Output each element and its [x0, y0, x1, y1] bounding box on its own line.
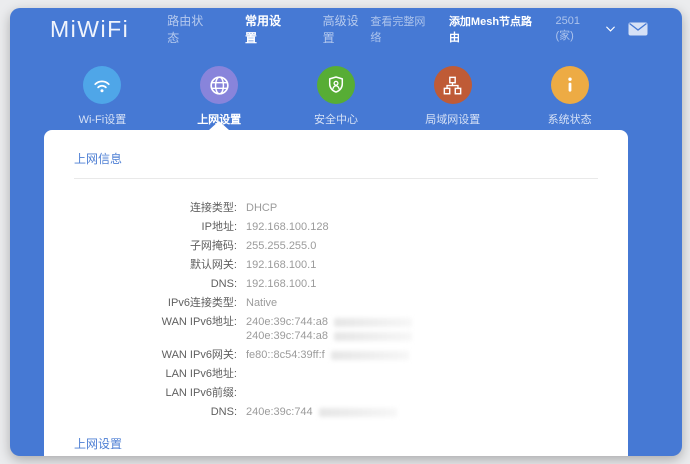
internet-info-title: 上网信息	[74, 130, 598, 167]
info-row-value: 240e:39c:744:a8	[246, 329, 412, 343]
info-row-values: 240e:39c:744	[246, 405, 397, 419]
screen: MiWiFi 路由状态 常用设置 高级设置 查看完整网络 添加Mesh节点路由 …	[0, 0, 690, 464]
nav-common-settings[interactable]: 常用设置	[245, 12, 293, 46]
globe-icon	[200, 66, 238, 104]
icon-nav-security-center[interactable]: 安全中心	[278, 66, 395, 127]
info-row-label: WAN IPv6网关:	[74, 348, 237, 362]
info-row-values: 192.168.100.1	[246, 258, 316, 272]
info-row-label: IPv6连接类型:	[74, 296, 237, 310]
info-row-value: fe80::8c54:39ff:f	[246, 348, 409, 362]
active-tab-pointer	[209, 121, 229, 130]
icon-nav-system-status[interactable]: 系统状态	[511, 66, 628, 127]
icon-nav-label: 安全中心	[278, 111, 395, 127]
wifi-icon	[83, 66, 121, 104]
info-row-label: 默认网关:	[74, 258, 237, 272]
info-row: 子网掩码: 255.255.255.0	[74, 239, 598, 253]
chevron-down-icon	[606, 26, 615, 32]
icon-nav-internet-settings[interactable]: 上网设置	[161, 66, 278, 127]
icon-nav-label: 局域网设置	[394, 111, 511, 127]
nav-router-status[interactable]: 路由状态	[167, 12, 215, 46]
info-row-value: Native	[246, 296, 277, 310]
info-row-value: DHCP	[246, 201, 277, 215]
info-row-label: DNS:	[74, 405, 237, 419]
info-row-values: fe80::8c54:39ff:f	[246, 348, 409, 362]
icon-nav-lan-settings[interactable]: 局域网设置	[394, 66, 511, 127]
info-row-value: 240e:39c:744:a8	[246, 315, 412, 329]
info-row: DNS: 192.168.100.1	[74, 277, 598, 291]
info-row-label: 子网掩码:	[74, 239, 237, 253]
redacted-blur	[334, 318, 412, 327]
info-row-label: LAN IPv6前缀:	[74, 386, 237, 400]
internet-settings-section: 上网设置	[74, 435, 598, 456]
info-row-label: IP地址:	[74, 220, 237, 234]
icon-nav: Wi-Fi设置 上网设置	[44, 66, 628, 127]
info-row-values: 240e:39c:744:a8240e:39c:744:a8	[246, 315, 412, 343]
icon-nav-label: Wi-Fi设置	[44, 111, 161, 127]
device-selector[interactable]: 2501 (家)	[556, 15, 616, 43]
info-row: 连接类型: DHCP	[74, 201, 598, 215]
add-mesh-node-link[interactable]: 添加Mesh节点路由	[449, 13, 543, 45]
shield-icon	[317, 66, 355, 104]
lan-icon	[434, 66, 472, 104]
top-nav: 路由状态 常用设置 高级设置	[167, 12, 370, 46]
miwifi-logo: MiWiFi	[50, 16, 129, 43]
info-row-label: DNS:	[74, 277, 237, 291]
redacted-blur	[319, 408, 397, 417]
info-row-values: Native	[246, 296, 277, 310]
redacted-blur	[334, 332, 412, 341]
info-rows: 连接类型: DHCP IP地址: 192.168.100.128 子网掩码: 255.25…	[74, 201, 598, 419]
info-row-value: 255.255.255.0	[246, 239, 316, 253]
internet-settings-title: 上网设置	[74, 435, 598, 452]
info-row: DNS: 240e:39c:744	[74, 405, 598, 419]
info-row-values: 255.255.255.0	[246, 239, 316, 253]
info-row-label: WAN IPv6地址:	[74, 315, 237, 343]
device-name: 2501 (家)	[556, 15, 602, 43]
content-card: 上网信息 连接类型: DHCP IP地址: 192.168.100.128 子网掩码: 2…	[44, 130, 628, 456]
info-row: LAN IPv6前缀:	[74, 386, 598, 400]
info-row-values: DHCP	[246, 201, 277, 215]
info-icon	[551, 66, 589, 104]
info-row-value: 240e:39c:744	[246, 405, 397, 419]
info-row: WAN IPv6网关: fe80::8c54:39ff:f	[74, 348, 598, 362]
info-row: WAN IPv6地址: 240e:39c:744:a8240e:39c:744:a…	[74, 315, 598, 343]
info-row-values: 192.168.100.128	[246, 220, 329, 234]
divider	[74, 178, 598, 179]
miwifi-window: MiWiFi 路由状态 常用设置 高级设置 查看完整网络 添加Mesh节点路由 …	[10, 8, 682, 456]
top-header: MiWiFi 路由状态 常用设置 高级设置 查看完整网络 添加Mesh节点路由 …	[10, 8, 682, 50]
info-row: LAN IPv6地址:	[74, 367, 598, 381]
info-row-label: 连接类型:	[74, 201, 237, 215]
redacted-blur	[331, 351, 409, 360]
mail-icon[interactable]	[628, 22, 648, 36]
info-row-values: 192.168.100.1	[246, 277, 316, 291]
info-row: IPv6连接类型: Native	[74, 296, 598, 310]
header-right: 查看完整网络 添加Mesh节点路由 2501 (家)	[370, 13, 648, 45]
icon-nav-wifi-settings[interactable]: Wi-Fi设置	[44, 66, 161, 127]
icon-nav-label: 系统状态	[511, 111, 628, 127]
view-full-network-link[interactable]: 查看完整网络	[370, 13, 436, 45]
info-row: 默认网关: 192.168.100.1	[74, 258, 598, 272]
info-row-label: LAN IPv6地址:	[74, 367, 237, 381]
info-row-value: 192.168.100.1	[246, 258, 316, 272]
info-row-value: 192.168.100.128	[246, 220, 329, 234]
nav-advanced-settings[interactable]: 高级设置	[323, 12, 371, 46]
info-row: IP地址: 192.168.100.128	[74, 220, 598, 234]
info-row-value: 192.168.100.1	[246, 277, 316, 291]
